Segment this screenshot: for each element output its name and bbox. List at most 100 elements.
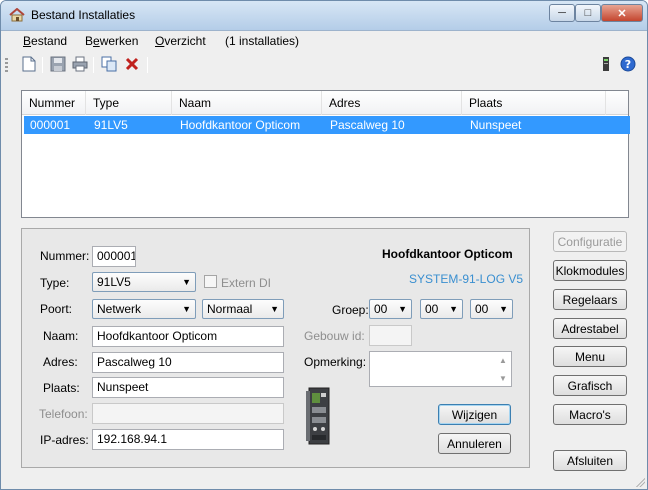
extern-di-label: Extern DI: [221, 276, 272, 290]
toolbar-grip[interactable]: [5, 58, 8, 72]
save-icon: [50, 56, 66, 75]
cell-naam: Hoofdkantoor Opticom: [180, 118, 301, 132]
groep-select-2-value: 00: [425, 302, 439, 316]
wijzigen-button[interactable]: Wijzigen: [438, 404, 511, 425]
scroll-up-icon[interactable]: ▲: [496, 353, 510, 367]
save-button[interactable]: [49, 56, 67, 74]
chevron-down-icon: ▼: [270, 304, 279, 314]
poort-select-value: Netwerk: [97, 302, 142, 316]
menu-bestand-rest: estand: [31, 34, 68, 48]
menu-bar: Bestand Bewerken Overzicht (1 installati…: [1, 31, 647, 53]
poort-label: Poort:: [40, 302, 73, 316]
poort-select[interactable]: Netwerk ▼: [92, 299, 196, 319]
ip-field[interactable]: 192.168.94.1: [92, 429, 284, 450]
naam-label: Naam:: [43, 329, 79, 343]
chevron-down-icon: ▼: [449, 304, 458, 314]
resize-grip[interactable]: [635, 477, 645, 487]
title-bar[interactable]: Bestand Installaties ─ □ ✕: [1, 1, 647, 31]
gebouw-id-label: Gebouw id:: [304, 329, 365, 343]
close-icon: ✕: [617, 7, 627, 20]
maximize-icon: □: [584, 7, 592, 19]
chevron-down-icon: ▼: [182, 304, 191, 314]
menu-overzicht[interactable]: Overzicht: [155, 34, 206, 48]
adres-field[interactable]: Pascalweg 10: [92, 352, 284, 373]
groep-select-1-value: 00: [374, 302, 388, 316]
help-icon: ?: [620, 56, 636, 75]
telefoon-label: Telefoon:: [39, 407, 88, 421]
column-header-nummer[interactable]: Nummer: [22, 91, 86, 115]
groep-select-1[interactable]: 00 ▼: [369, 299, 412, 319]
afsluiten-button[interactable]: Afsluiten: [553, 450, 627, 471]
chevron-down-icon: ▼: [499, 304, 508, 314]
groep-select-3[interactable]: 00 ▼: [470, 299, 513, 319]
svg-text:?: ?: [625, 58, 631, 71]
minimize-icon: ─: [558, 7, 566, 19]
type-label: Type:: [40, 276, 70, 290]
print-button[interactable]: [71, 56, 89, 74]
extern-di-checkbox[interactable]: [204, 275, 217, 288]
cell-plaats: Nunspeet: [470, 118, 522, 132]
annuleren-button[interactable]: Annuleren: [438, 433, 511, 454]
poort-mode-value: Normaal: [207, 302, 253, 316]
klokmodules-button[interactable]: Klokmodules: [553, 260, 627, 281]
groep-select-3-value: 00: [475, 302, 489, 316]
cell-adres: Pascalweg 10: [330, 118, 405, 132]
plaats-field[interactable]: Nunspeet: [92, 377, 284, 398]
cell-nummer: 000001: [30, 118, 71, 132]
toolbar-separator: [93, 57, 94, 73]
column-header-adres[interactable]: Adres: [322, 91, 462, 115]
type-select-value: 91LV5: [97, 275, 131, 289]
toolbar-separator: [147, 57, 148, 73]
menu-button[interactable]: Menu: [553, 346, 627, 367]
minimize-button[interactable]: ─: [549, 4, 575, 22]
nummer-field[interactable]: 000001: [92, 246, 136, 267]
help-button[interactable]: ?: [619, 56, 637, 74]
close-button[interactable]: ✕: [601, 4, 643, 22]
column-header-type[interactable]: Type: [86, 91, 172, 115]
nummer-label: Nummer:: [40, 249, 90, 263]
device-image: [303, 387, 333, 445]
cell-type: 91LV5: [94, 118, 128, 132]
scroll-down-icon[interactable]: ▼: [496, 371, 510, 385]
configuratie-button[interactable]: Configuratie: [553, 231, 627, 252]
copy-icon: [101, 56, 117, 75]
maximize-button[interactable]: □: [575, 4, 601, 22]
opmerking-field[interactable]: ▲ ▼: [369, 351, 512, 387]
opmerking-label: Opmerking:: [304, 355, 367, 369]
type-select[interactable]: 91LV5 ▼: [92, 272, 196, 292]
adrestabel-button[interactable]: Adrestabel: [553, 318, 627, 339]
adres-label: Adres:: [43, 355, 78, 369]
groep-select-2[interactable]: 00 ▼: [420, 299, 463, 319]
delete-button[interactable]: [123, 56, 141, 74]
toolbar: ?: [1, 53, 647, 77]
menu-bestand[interactable]: Bestand: [23, 34, 67, 48]
gebouw-id-field[interactable]: [369, 325, 412, 346]
print-icon: [72, 56, 88, 75]
window-title: Bestand Installaties: [31, 8, 136, 22]
column-header-naam[interactable]: Naam: [172, 91, 322, 115]
menu-bewerken[interactable]: Bewerken: [85, 34, 138, 48]
installation-name-heading: Hoofdkantoor Opticom: [382, 247, 513, 261]
toolbar-separator: [42, 57, 43, 73]
device-icon: [602, 56, 610, 75]
chevron-down-icon: ▼: [398, 304, 407, 314]
table-row[interactable]: 000001 91LV5 Hoofdkantoor Opticom Pascal…: [24, 116, 630, 134]
regelaars-button[interactable]: Regelaars: [553, 289, 627, 310]
groep-label: Groep:: [332, 303, 369, 317]
device-button[interactable]: [597, 56, 615, 74]
new-document-button[interactable]: [20, 56, 38, 74]
installations-list[interactable]: Nummer Type Naam Adres Plaats 000001 91L…: [21, 90, 630, 218]
column-header-plaats[interactable]: Plaats: [462, 91, 606, 115]
menu-installaties-count[interactable]: (1 installaties): [225, 34, 299, 48]
house-icon: [9, 7, 25, 22]
macros-button[interactable]: Macro's: [553, 404, 627, 425]
main-window: Bestand Installaties ─ □ ✕ Bestand Bewer…: [0, 0, 648, 490]
new-document-icon: [22, 56, 36, 75]
grafisch-button[interactable]: Grafisch: [553, 375, 627, 396]
poort-mode-select[interactable]: Normaal ▼: [202, 299, 284, 319]
copy-button[interactable]: [100, 56, 118, 74]
list-header: Nummer Type Naam Adres Plaats: [22, 91, 628, 115]
naam-field[interactable]: Hoofdkantoor Opticom: [92, 326, 284, 347]
telefoon-field[interactable]: [92, 403, 284, 424]
delete-icon: [125, 57, 139, 74]
